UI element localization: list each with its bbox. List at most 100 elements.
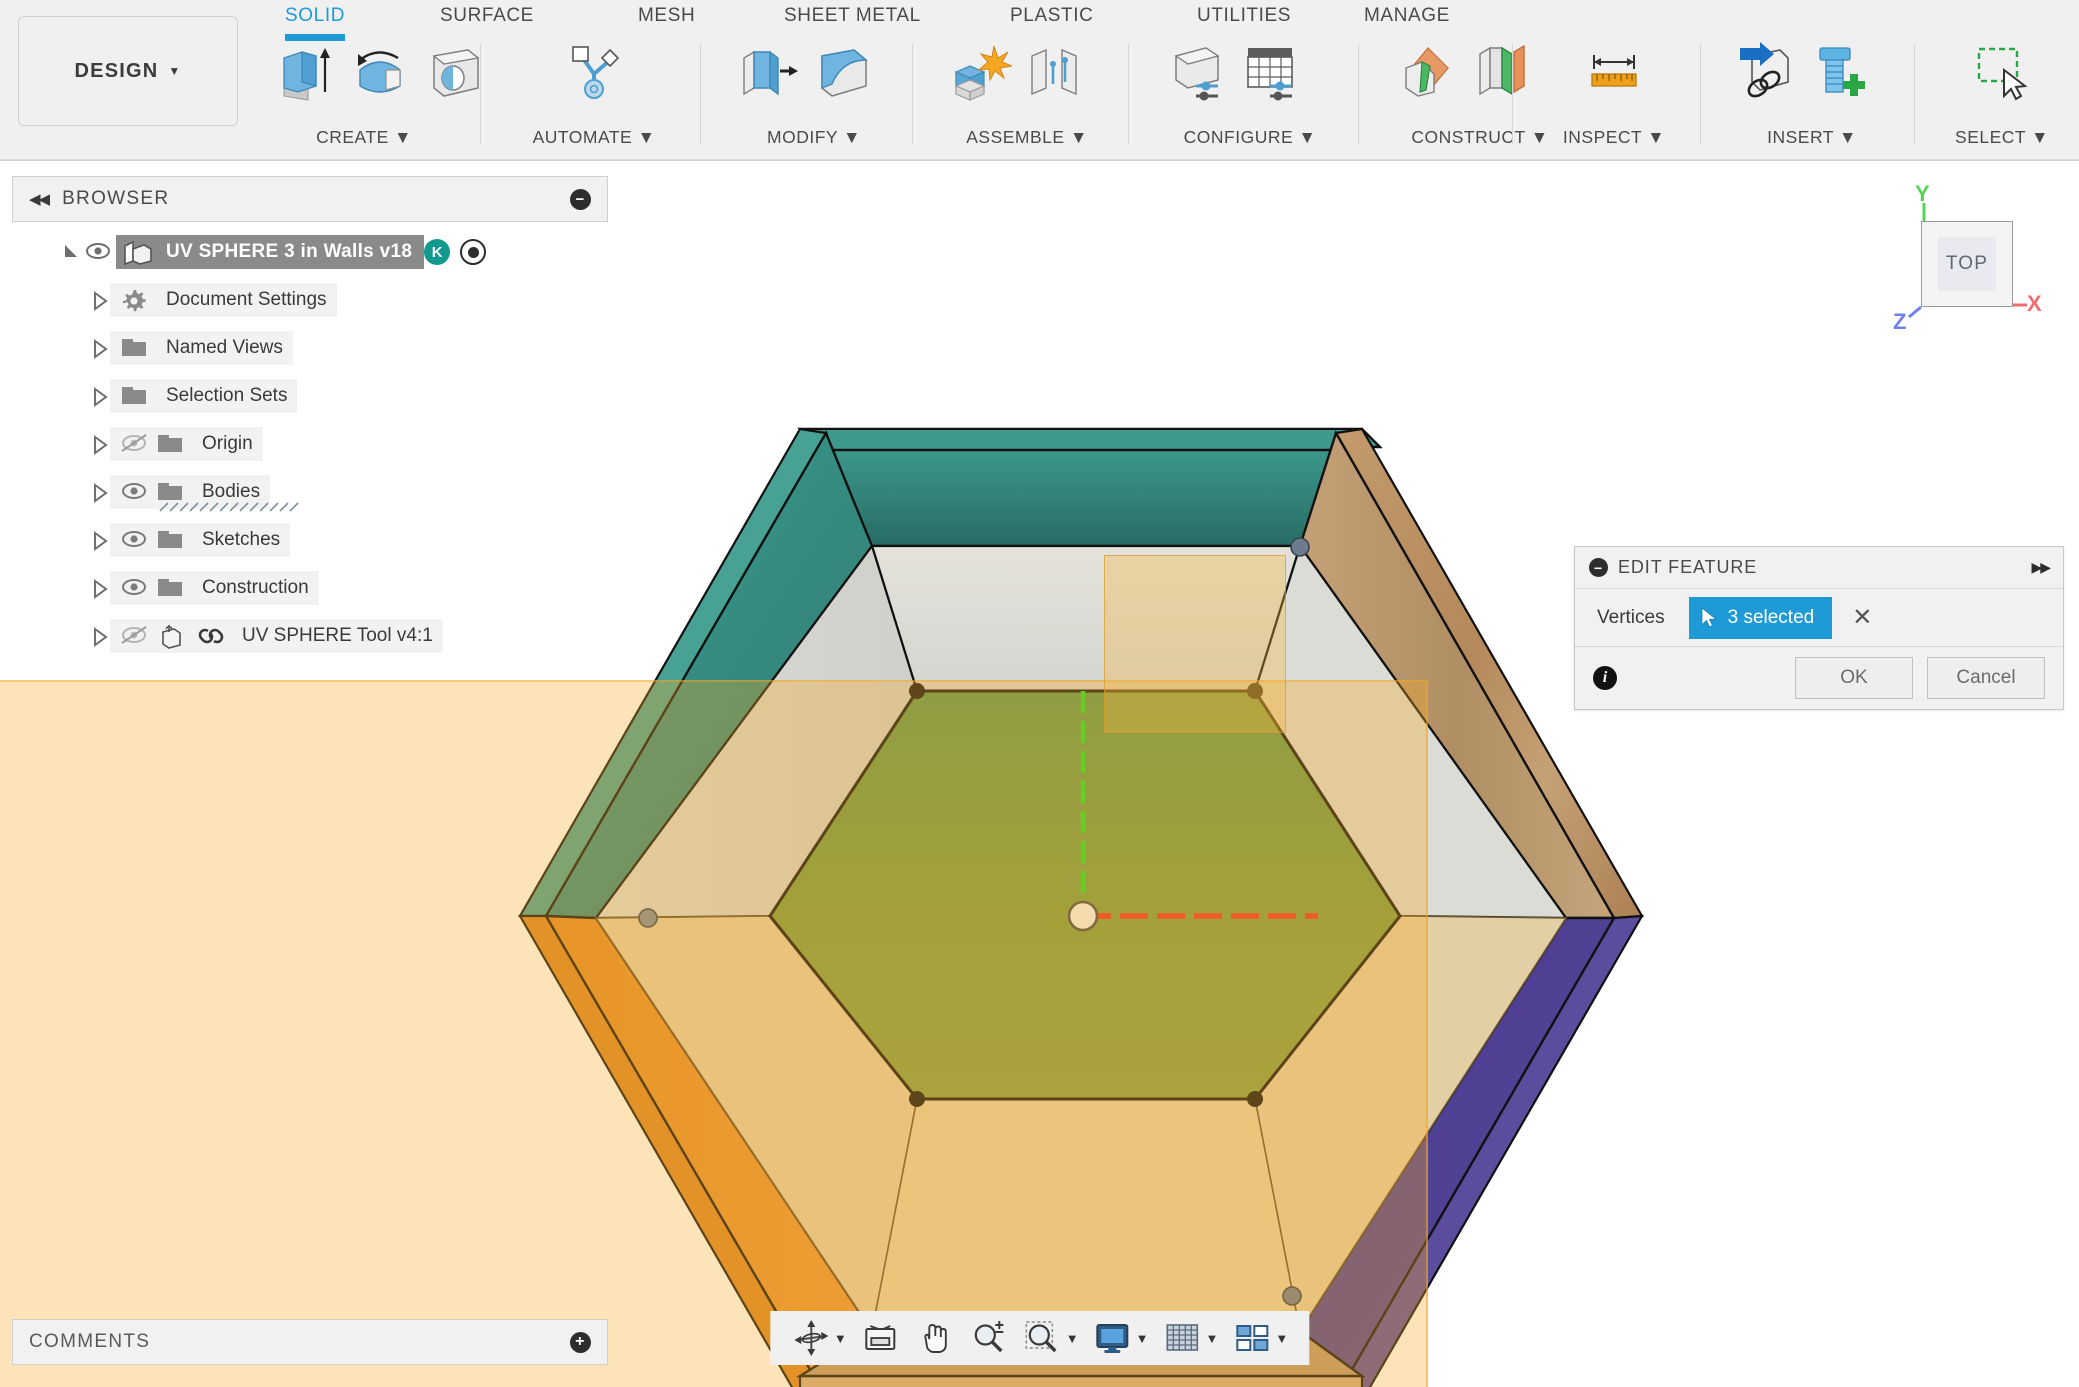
visibility-eye-icon[interactable] [118,480,152,504]
workspace-switcher-button[interactable]: DESIGN ▼ [18,16,238,126]
tab-sheet-metal[interactable]: SHEET METAL [784,5,921,27]
tree-row-named-views[interactable]: Named Views [12,324,608,372]
look-at-icon[interactable] [856,1316,906,1360]
chevron-down-icon[interactable]: ▼ [1275,1331,1288,1346]
tab-plastic[interactable]: PLASTIC [1010,5,1093,27]
chevron-down-icon[interactable]: ▼ [834,1331,847,1346]
panel-insert: INSERT ▼ [1718,38,1906,156]
tab-solid[interactable]: SOLID [285,5,346,41]
panel-select-label[interactable]: SELECT ▼ [1932,127,2072,148]
panel-assemble: ASSEMBLE ▼ [934,38,1120,156]
insert-mcmaster-icon[interactable] [1806,40,1870,104]
tab-manage[interactable]: MANAGE [1364,5,1450,27]
expand-triangle-icon[interactable] [90,386,110,407]
folder-icon [120,335,154,361]
zoom-icon[interactable] [964,1316,1014,1360]
expand-triangle-icon[interactable] [90,578,110,599]
visibility-eye-off-icon[interactable] [118,432,152,456]
k-badge-icon[interactable]: K [424,239,451,265]
activate-component-icon[interactable] [460,239,487,265]
tree-row-selection-sets[interactable]: Selection Sets [12,372,608,420]
fillet-icon[interactable] [810,40,874,104]
configure-table-icon[interactable] [1240,40,1304,104]
tree-row-origin[interactable]: Origin [12,420,608,468]
extrude-icon[interactable] [274,40,338,104]
panel-assemble-label[interactable]: ASSEMBLE ▼ [934,127,1120,148]
cancel-button[interactable]: Cancel [1927,657,2045,699]
panel-create: CREATE ▼ [264,38,480,156]
edit-feature-dialog[interactable]: − EDIT FEATURE ▶▶ Vertices 3 selected ✕ … [1574,546,2064,710]
pan-icon[interactable] [910,1316,960,1360]
root-component-pill[interactable]: UV SPHERE 3 in Walls v18 [116,235,425,269]
chevron-down-icon[interactable]: ▼ [1066,1331,1079,1346]
orbit-icon[interactable]: ▼ [786,1316,852,1360]
insert-derive-icon[interactable] [1732,40,1796,104]
tab-surface[interactable]: SURFACE [440,5,534,27]
grid-snaps-icon[interactable]: ▼ [1157,1316,1223,1360]
expand-triangle-icon[interactable] [90,482,110,503]
visibility-eye-icon[interactable] [118,528,152,552]
browser-tree: UV SPHERE 3 in Walls v18 K Document Sett… [12,222,608,660]
panel-automate-label[interactable]: AUTOMATE ▼ [510,127,678,148]
visibility-eye-off-icon[interactable] [118,624,152,648]
press-pull-icon[interactable] [736,40,800,104]
revolve-icon[interactable] [348,40,412,104]
selection-chip[interactable]: 3 selected [1688,596,1833,639]
window-selection-icon[interactable] [1970,40,2034,104]
folder-icon [156,431,190,457]
tab-utilities[interactable]: UTILITIES [1197,5,1291,27]
panel-select: SELECT ▼ [1932,38,2072,156]
view-cube[interactable]: TOP Y X Z [1877,181,2047,337]
panel-create-label[interactable]: CREATE ▼ [264,127,464,148]
panel-insert-label[interactable]: INSERT ▼ [1718,127,1906,148]
comments-panel[interactable]: COMMENTS + [12,1319,608,1365]
info-icon[interactable]: i [1593,666,1617,690]
tree-row-root[interactable]: UV SPHERE 3 in Walls v18 K [12,228,608,276]
workspace-label: DESIGN [74,59,159,82]
double-right-arrow-icon[interactable]: ▶▶ [2031,559,2050,576]
viewports-icon[interactable]: ▼ [1227,1316,1293,1360]
root-component-label: UV SPHERE 3 in Walls v18 [166,241,413,262]
tree-row-document-settings[interactable]: Document Settings [12,276,608,324]
double-left-arrow-icon[interactable]: ◀◀ [29,190,50,208]
tree-row-construction[interactable]: Construction [12,564,608,612]
ribbon-divider [0,159,2079,160]
joint-icon[interactable] [1022,40,1086,104]
new-component-icon[interactable] [948,40,1014,104]
panel-inspect-label[interactable]: INSPECT ▼ [1534,127,1694,148]
ok-button[interactable]: OK [1795,657,1913,699]
plus-circle-icon[interactable]: + [570,1331,591,1353]
display-settings-icon[interactable]: ▼ [1088,1316,1154,1360]
tree-row-sketches[interactable]: Sketches [12,516,608,564]
tree-row-uv-sphere-tool[interactable]: UV SPHERE Tool v4:1 [12,612,608,660]
expand-triangle-icon[interactable] [90,626,110,647]
browser-title: BROWSER [62,188,170,209]
visibility-eye-icon[interactable] [82,240,116,264]
midplane-icon[interactable] [1470,40,1534,104]
axis-label-y: Y [1915,181,1930,206]
chevron-down-icon[interactable]: ▼ [1205,1331,1218,1346]
tab-mesh[interactable]: MESH [638,5,695,27]
tree-row-bodies[interactable]: Bodies [12,468,608,516]
expand-triangle-icon[interactable] [90,338,110,359]
measure-icon[interactable] [1582,40,1646,104]
minus-circle-icon[interactable]: − [570,188,591,210]
minus-circle-icon[interactable]: − [1589,558,1608,577]
zoom-window-icon[interactable]: ▼ [1018,1316,1084,1360]
expand-triangle-icon[interactable] [90,290,110,311]
expand-triangle-icon[interactable] [90,530,110,551]
panel-configure-label[interactable]: CONFIGURE ▼ [1150,127,1350,148]
linked-component-icon [156,623,190,649]
panel-modify-label[interactable]: MODIFY ▼ [722,127,906,148]
hole-icon[interactable] [422,40,486,104]
chevron-down-icon[interactable]: ▼ [1136,1331,1149,1346]
visibility-eye-icon[interactable] [118,576,152,600]
clear-selection-x-icon[interactable]: ✕ [1852,603,1872,632]
expand-triangle-icon[interactable] [90,434,110,455]
browser-header: ◀◀ BROWSER − [12,176,608,222]
automate-icon[interactable] [562,40,626,104]
configure-body-icon[interactable] [1166,40,1230,104]
expand-triangle-icon[interactable] [62,242,82,262]
offset-plane-icon[interactable] [1396,40,1460,104]
comments-title: COMMENTS [29,1331,151,1352]
